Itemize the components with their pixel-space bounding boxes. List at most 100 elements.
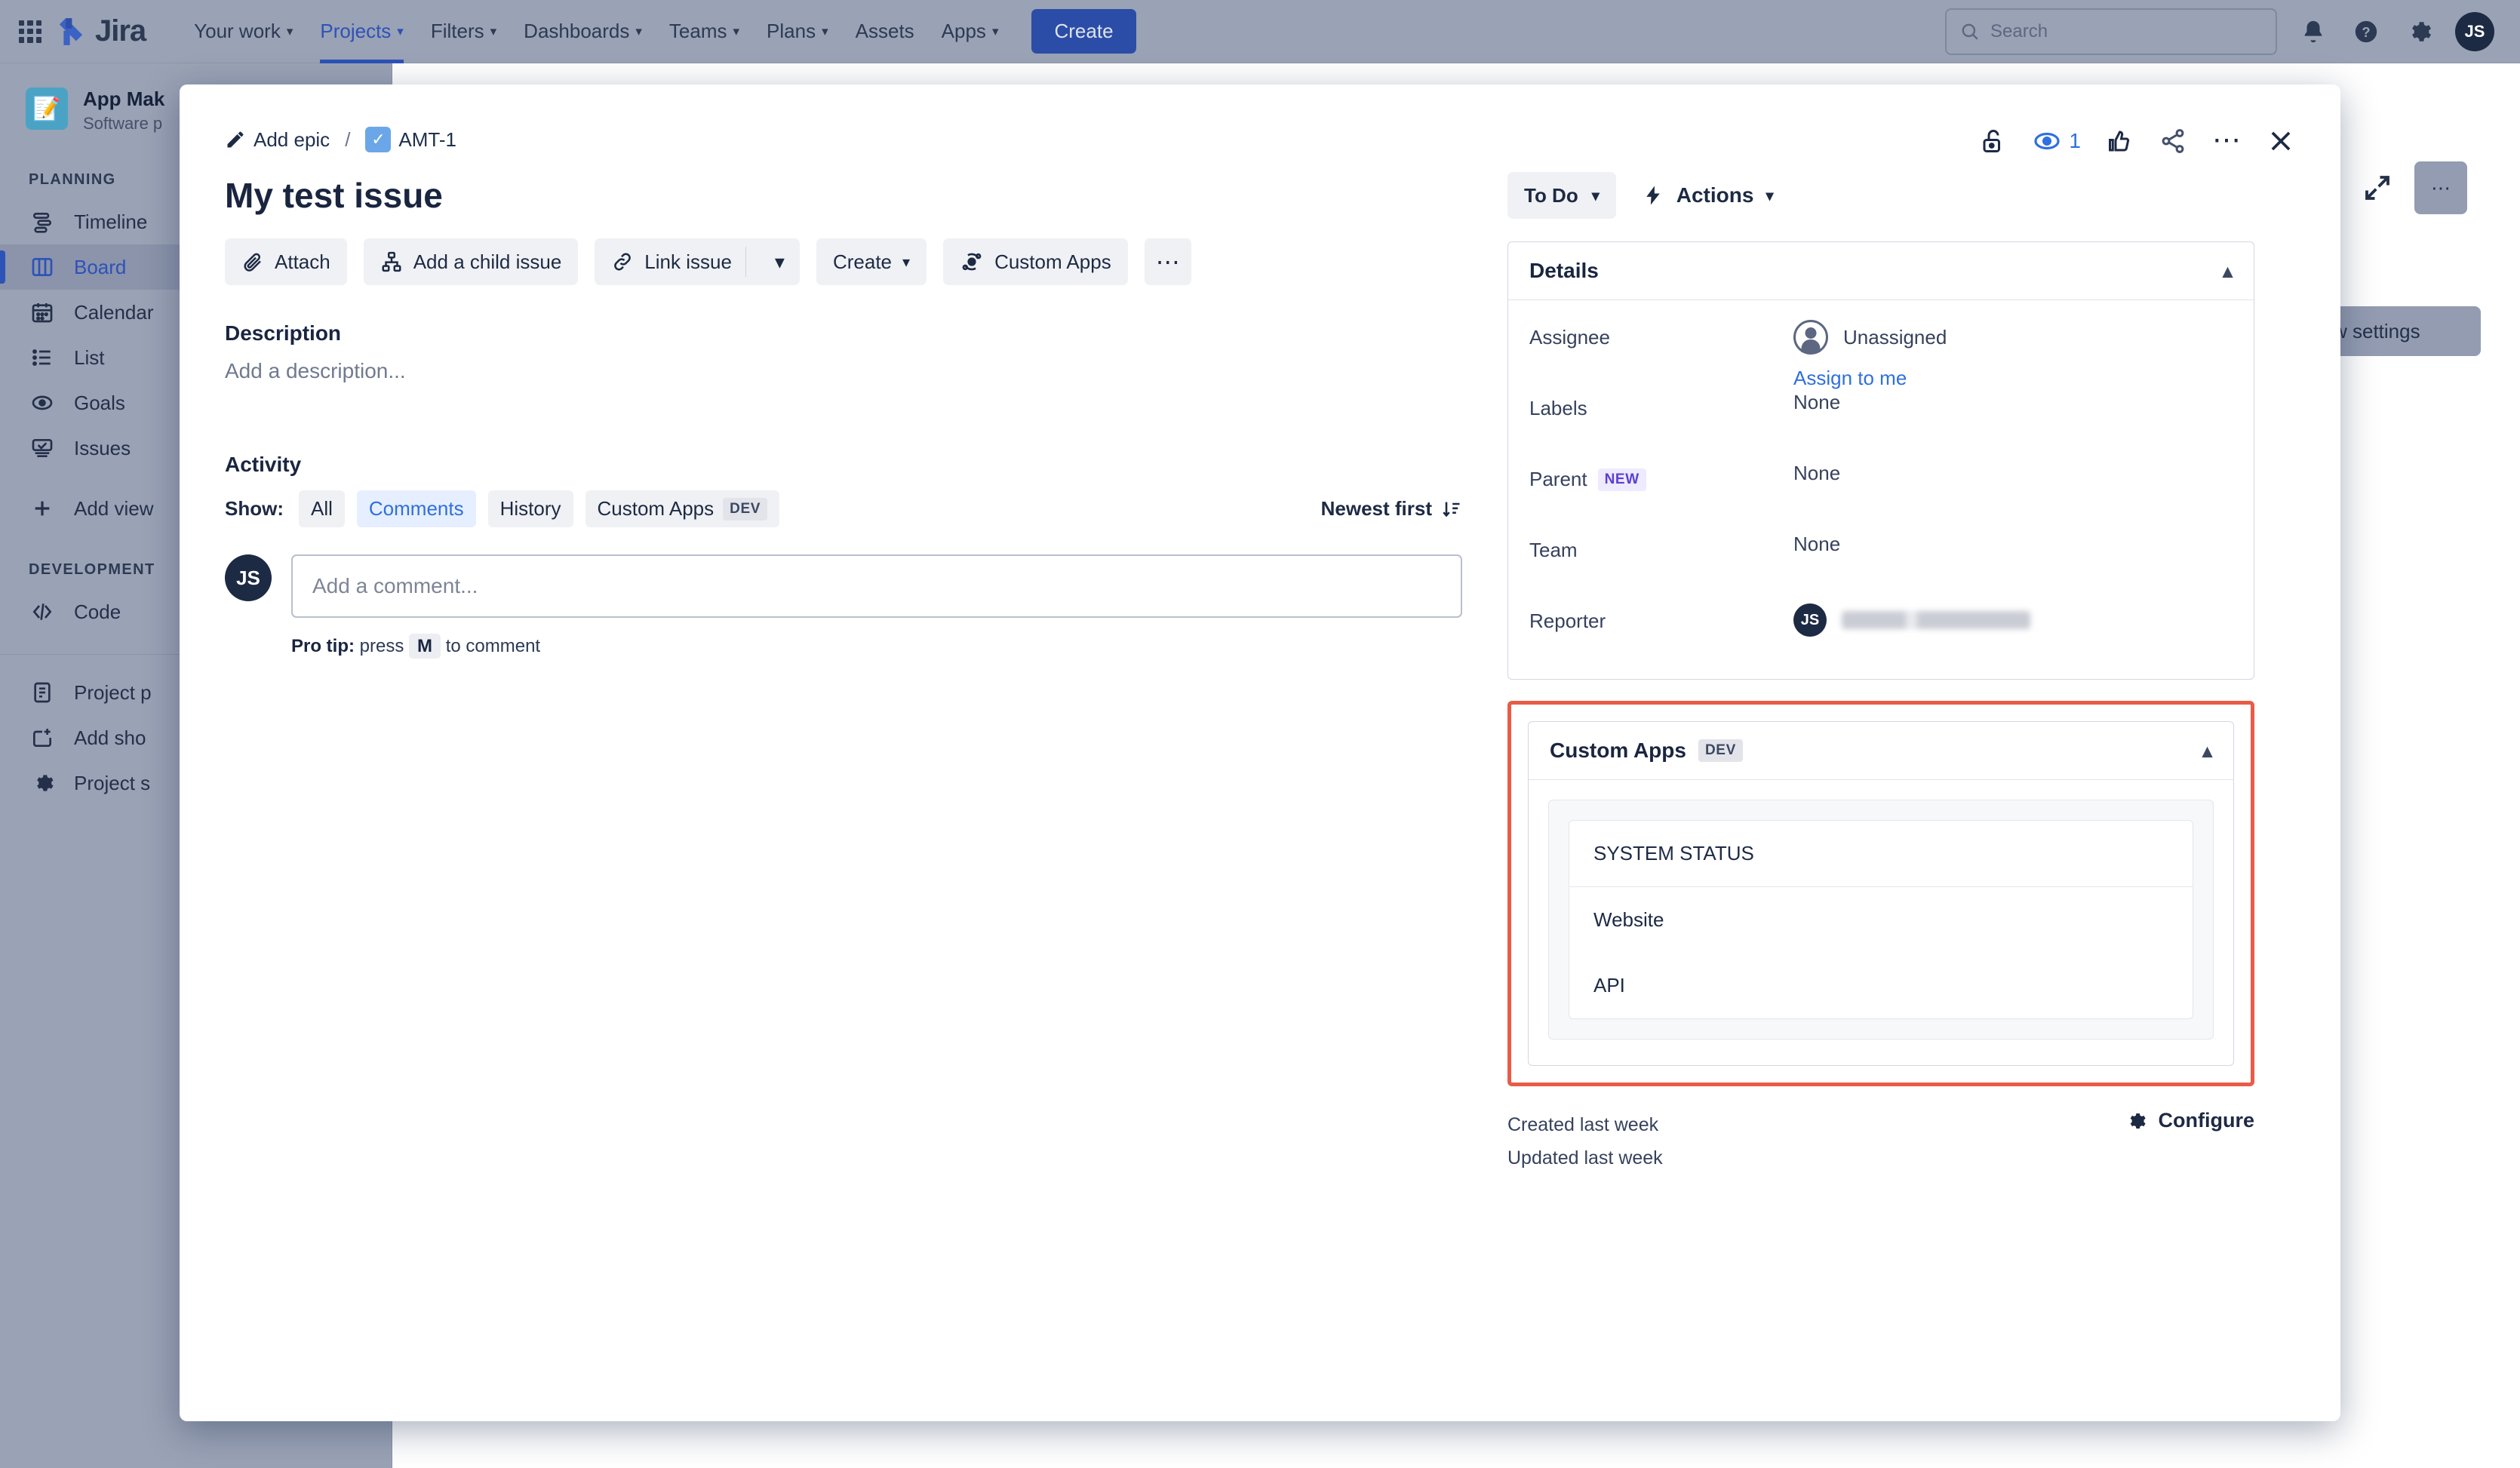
updated-timestamp: Updated last week (1507, 1147, 1663, 1169)
issue-detail-modal: Add epic / ✓ AMT-1 1 ⋯ My test issue Att… (180, 84, 2340, 1421)
nav-your-work[interactable]: Your work ▾ (180, 0, 306, 63)
chevron-down-icon: ▾ (286, 24, 293, 38)
field-reporter: Reporter JS (1529, 603, 2233, 656)
team-value[interactable]: None (1793, 533, 2233, 556)
pro-tip-prefix: Pro tip: (291, 636, 355, 656)
field-label: Team (1529, 539, 1578, 561)
table-row[interactable]: Website (1569, 887, 2193, 953)
user-avatar[interactable]: JS (2455, 11, 2494, 51)
help-icon[interactable]: ? (2349, 15, 2383, 48)
notifications-bell-icon[interactable] (2297, 15, 2330, 48)
lightning-icon (1646, 186, 1660, 205)
nav-projects[interactable]: Projects ▾ (306, 0, 416, 63)
field-label: Reporter (1529, 610, 1606, 632)
sidebar-item-label: Board (74, 255, 127, 278)
sidebar-item-label: Code (74, 600, 121, 623)
unlock-icon[interactable] (1980, 127, 2007, 155)
chevron-down-icon: ▾ (902, 253, 911, 271)
app-switcher-icon[interactable] (17, 18, 44, 45)
custom-apps-card-header[interactable]: Custom Apps DEV ▴ (1529, 722, 2233, 780)
actions-label: Actions (1676, 183, 1754, 207)
comment-input[interactable]: Add a comment... (291, 554, 1462, 618)
reporter-name-redacted (1842, 611, 2030, 629)
create-button[interactable]: Create (1031, 9, 1136, 54)
actions-dropdown[interactable]: Actions ▾ (1642, 183, 1774, 207)
issues-icon (29, 436, 56, 460)
details-heading: Details (1529, 259, 1599, 282)
parent-value[interactable]: None (1793, 462, 2233, 485)
watch-button[interactable]: 1 (2033, 127, 2081, 155)
chevron-up-icon[interactable]: ▴ (2202, 739, 2212, 763)
custom-apps-button[interactable]: Custom Apps (943, 238, 1128, 285)
assignee-name: Unassigned (1843, 325, 1947, 349)
page-title: My test issue (225, 176, 443, 215)
unassigned-avatar-icon (1793, 320, 1828, 355)
nav-filters[interactable]: Filters ▾ (417, 0, 510, 63)
table-row[interactable]: API (1569, 953, 2193, 1018)
issue-key-link[interactable]: ✓ AMT-1 (365, 127, 456, 152)
close-icon[interactable] (2266, 127, 2295, 155)
plus-icon (29, 496, 56, 521)
reporter-value[interactable]: JS (1793, 603, 2233, 637)
search-icon (1962, 23, 1978, 40)
configure-label: Configure (2158, 1109, 2255, 1132)
sidebar-item-label: Calendar (74, 300, 154, 324)
watch-count: 1 (2069, 129, 2081, 152)
status-dropdown[interactable]: To Do ▾ (1507, 172, 1616, 219)
nav-plans[interactable]: Plans ▾ (753, 0, 842, 63)
jira-mark-icon (59, 17, 83, 45)
field-label: Parent (1529, 468, 1587, 490)
assignee-value[interactable]: Unassigned (1793, 320, 2233, 355)
details-card-header[interactable]: Details ▴ (1508, 242, 2254, 300)
chevron-up-icon[interactable]: ▴ (2223, 260, 2233, 283)
nav-assets[interactable]: Assets (842, 0, 928, 63)
description-input[interactable]: Add a description... (225, 359, 1462, 383)
chevron-down-icon: ▾ (397, 24, 404, 38)
settings-gear-icon[interactable] (2402, 15, 2435, 48)
add-child-issue-button[interactable]: Add a child issue (363, 238, 579, 285)
nav-apps[interactable]: Apps ▾ (928, 0, 1013, 63)
link-issue-button[interactable]: Link issue ▾ (595, 238, 800, 285)
nav-label: Plans (767, 20, 816, 42)
activity-tab-comments[interactable]: Comments (356, 490, 476, 527)
issue-side-column: To Do ▾ Actions ▾ Details ▴ Assignee Una… (1507, 155, 2254, 1421)
activity-tab-custom-apps[interactable]: Custom Apps DEV (585, 490, 780, 527)
sort-label: Newest first (1320, 497, 1432, 520)
modal-header: Add epic / ✓ AMT-1 1 ⋯ (180, 84, 2340, 155)
share-icon[interactable] (2159, 127, 2187, 155)
search-input[interactable]: Search (1945, 8, 2277, 55)
sidebar-item-label: List (74, 346, 105, 369)
jira-logo[interactable]: Jira (54, 14, 146, 48)
labels-value[interactable]: None (1793, 391, 2233, 414)
button-label: Link issue (644, 250, 732, 273)
configure-button[interactable]: Configure (2124, 1109, 2255, 1132)
dev-badge: DEV (1698, 739, 1743, 762)
pro-tip-key: M (409, 634, 441, 659)
search-placeholder: Search (1990, 20, 2048, 41)
more-horizontal-icon[interactable]: ⋯ (2212, 126, 2241, 155)
project-pages-icon (29, 680, 56, 705)
activity-tab-history[interactable]: History (487, 490, 573, 527)
goals-icon (29, 391, 56, 415)
custom-apps-highlight-box: Custom Apps DEV ▴ SYSTEM STATUS Website … (1507, 701, 2254, 1086)
issue-more-actions-button[interactable]: ⋯ (1144, 238, 1191, 285)
link-issue-caret-icon[interactable]: ▾ (760, 238, 800, 285)
expand-icon[interactable] (2362, 172, 2393, 207)
nav-teams[interactable]: Teams ▾ (656, 0, 753, 63)
view-settings-button[interactable]: w settings (2322, 306, 2481, 356)
board-more-button[interactable]: ⋯ (2414, 161, 2467, 214)
field-label: Labels (1529, 397, 1587, 419)
code-icon (29, 600, 56, 624)
thumbs-up-icon[interactable] (2107, 127, 2134, 155)
create-dropdown-button[interactable]: Create ▾ (816, 238, 927, 285)
sort-order-button[interactable]: Newest first (1321, 497, 1462, 521)
attach-button[interactable]: Attach (225, 238, 347, 285)
add-epic-button[interactable]: Add epic (225, 128, 330, 152)
eye-icon (2034, 132, 2061, 150)
assign-to-me-link[interactable]: Assign to me (1793, 367, 1907, 390)
nav-dashboards[interactable]: Dashboards ▾ (510, 0, 656, 63)
activity-heading: Activity (225, 453, 302, 476)
show-label: Show: (225, 497, 284, 520)
activity-tab-all[interactable]: All (299, 490, 345, 527)
chevron-down-icon: ▾ (1591, 187, 1600, 204)
